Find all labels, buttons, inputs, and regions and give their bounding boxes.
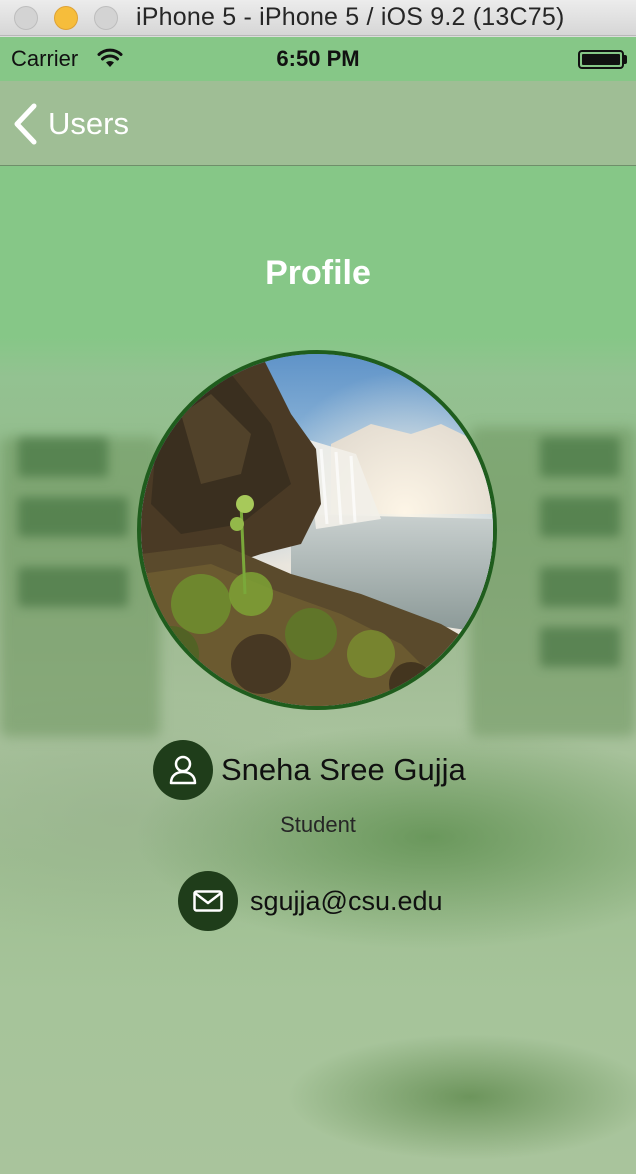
back-button-label: Users [48, 106, 129, 141]
phone-screen: Carrier 6:50 PM Users Profile Sneha Sree… [0, 37, 636, 1174]
profile-email-row[interactable]: sgujja@csu.edu [178, 871, 443, 931]
background-window [18, 497, 128, 537]
background-window [18, 567, 128, 607]
avatar-landscape-image [141, 354, 493, 706]
user-icon-badge [153, 740, 213, 800]
window-title: iPhone 5 - iPhone 5 / iOS 9.2 (13C75) [136, 3, 565, 31]
mail-icon-badge [178, 871, 238, 931]
battery-icon [578, 50, 624, 69]
profile-name: Sneha Sree Gujja [221, 752, 466, 787]
background-window [540, 567, 620, 607]
profile-role: Student [280, 812, 356, 837]
person-icon [169, 755, 197, 785]
background-window [540, 627, 620, 667]
envelope-icon [193, 890, 223, 912]
back-button[interactable]: Users [12, 99, 129, 149]
background-window [540, 437, 620, 477]
navigation-bar: Users [0, 81, 636, 166]
battery-tip [624, 55, 627, 64]
chevron-left-icon [14, 103, 37, 145]
background-window [540, 497, 620, 537]
window-zoom-button[interactable] [94, 6, 118, 30]
simulator-title-bar: iPhone 5 - iPhone 5 / iOS 9.2 (13C75) [0, 0, 636, 36]
window-close-button[interactable] [14, 6, 38, 30]
page-title: Profile [265, 254, 371, 292]
status-time: 6:50 PM [276, 46, 360, 71]
profile-email[interactable]: sgujja@csu.edu [250, 886, 443, 917]
status-bar: Carrier 6:50 PM [0, 37, 636, 81]
profile-name-row: Sneha Sree Gujja [153, 740, 466, 800]
window-minimize-button[interactable] [54, 6, 78, 30]
avatar [137, 350, 497, 710]
background-window [18, 437, 108, 477]
